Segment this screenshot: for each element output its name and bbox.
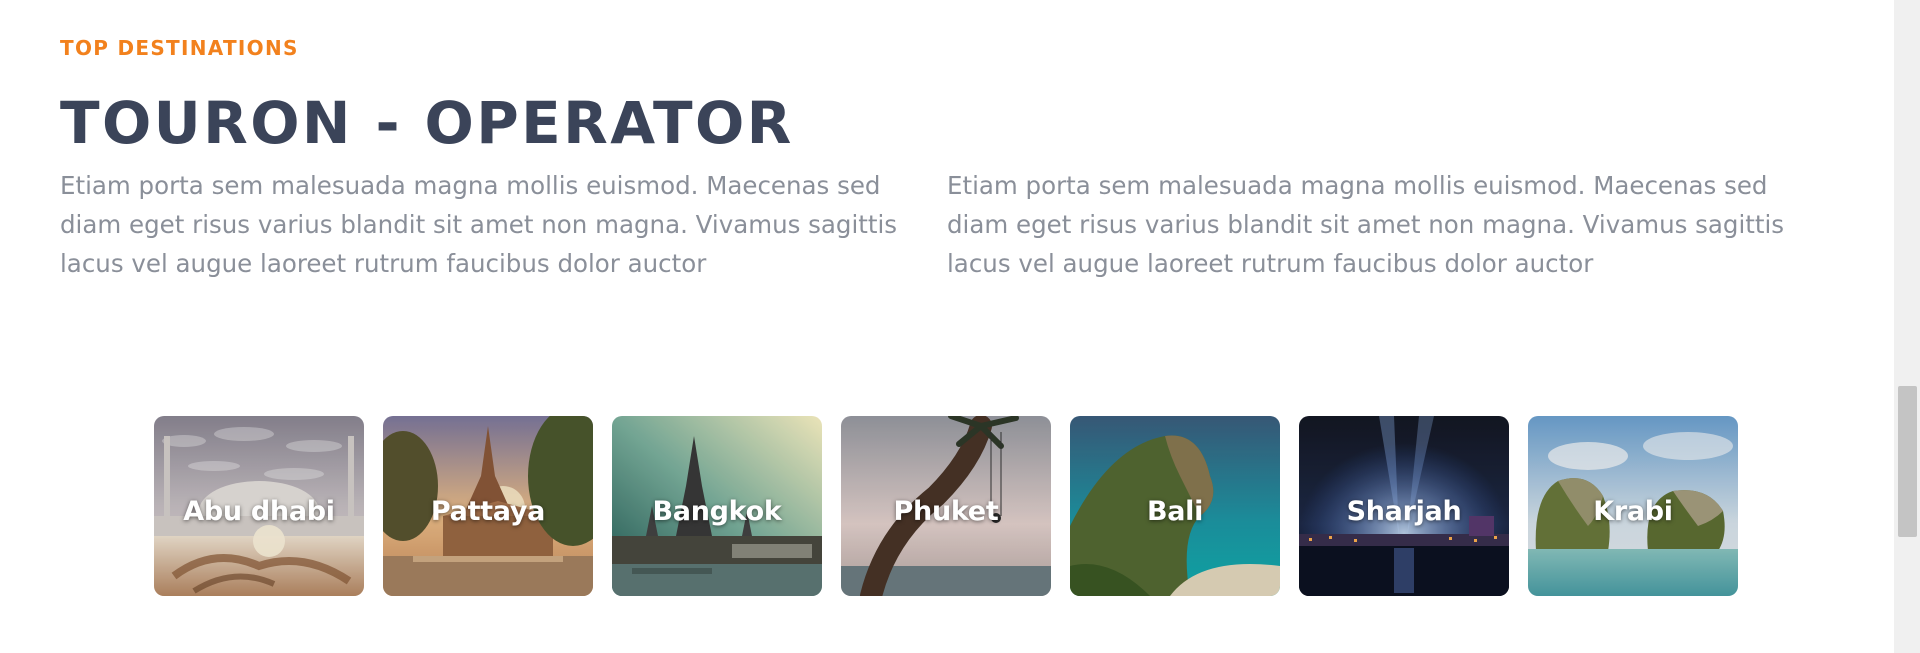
vertical-scrollbar[interactable] xyxy=(1894,0,1920,653)
destination-name: Bangkok xyxy=(652,496,782,527)
destination-card-bali[interactable]: Bali xyxy=(1070,416,1280,596)
scrollbar-thumb[interactable] xyxy=(1898,386,1917,537)
destination-name: Krabi xyxy=(1593,496,1673,527)
destinations-row: Abu dhabi Pattaya Bangkok Phuket Bali Sh… xyxy=(154,416,1738,596)
destination-card-krabi[interactable]: Krabi xyxy=(1528,416,1738,596)
destination-card-pattaya[interactable]: Pattaya xyxy=(383,416,593,596)
destination-name: Sharjah xyxy=(1346,496,1462,527)
destination-name: Bali xyxy=(1146,496,1204,527)
intro-text-right: Etiam porta sem malesuada magna mollis e… xyxy=(947,171,1785,278)
destination-name: Pattaya xyxy=(430,496,546,527)
section-eyebrow: TOP DESTINATIONS xyxy=(60,36,299,60)
destination-name: Phuket xyxy=(893,496,999,527)
page: TOP DESTINATIONS TOURON - OPERATOR Etiam… xyxy=(0,0,1894,653)
destination-name: Abu dhabi xyxy=(183,496,335,527)
destination-card-phuket[interactable]: Phuket xyxy=(841,416,1051,596)
section-title: TOURON - OPERATOR xyxy=(60,89,794,157)
destination-card-bangkok[interactable]: Bangkok xyxy=(612,416,822,596)
destination-card-abu-dhabi[interactable]: Abu dhabi xyxy=(154,416,364,596)
intro-text-left: Etiam porta sem malesuada magna mollis e… xyxy=(60,171,898,278)
destination-card-sharjah[interactable]: Sharjah xyxy=(1299,416,1509,596)
